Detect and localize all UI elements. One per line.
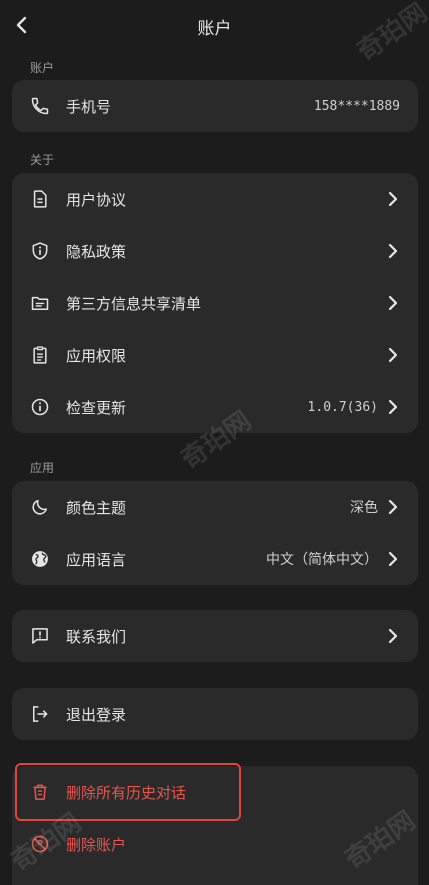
globe-icon [30, 549, 50, 569]
contact-us-row[interactable]: 联系我们 [12, 610, 418, 662]
privacy-policy-row[interactable]: 隐私政策 [12, 225, 418, 277]
chevron-right-icon [386, 497, 400, 517]
section-label-about: 关于 [30, 153, 55, 167]
contact-card: 联系我们 [12, 610, 418, 662]
shield-info-icon [30, 241, 50, 261]
folder-icon [30, 293, 50, 313]
feedback-icon [30, 626, 50, 646]
check-update-label: 检查更新 [66, 398, 127, 417]
user-agreement-row[interactable]: 用户协议 [12, 173, 418, 225]
chevron-right-icon [386, 549, 400, 569]
about-card: 用户协议 隐私政策 第三方信息共享清单 应用权限 检查更新 1.0.7(36) [12, 173, 418, 433]
page-title: 账户 [197, 19, 232, 39]
highlight-box [15, 763, 241, 821]
color-theme-label: 颜色主题 [66, 498, 127, 517]
moon-icon [30, 497, 50, 517]
chevron-right-icon [386, 626, 400, 646]
logout-icon [30, 704, 50, 724]
chevron-right-icon [386, 293, 400, 313]
info-icon [30, 397, 50, 417]
app-language-value: 中文（简体中文） [266, 552, 378, 568]
chevron-right-icon [386, 241, 400, 261]
app-permissions-label: 应用权限 [66, 346, 127, 365]
section-label-account: 账户 [30, 61, 55, 75]
third-party-sharing-row[interactable]: 第三方信息共享清单 [12, 277, 418, 329]
chevron-right-icon [386, 397, 400, 417]
phone-row[interactable]: 手机号 158****1889 [12, 80, 418, 132]
check-update-row[interactable]: 检查更新 1.0.7(36) [12, 381, 418, 433]
contact-us-label: 联系我们 [66, 627, 127, 646]
chevron-right-icon [386, 189, 400, 209]
delete-account-row[interactable]: 删除账户 [12, 818, 418, 870]
logout-row[interactable]: 退出登录 [12, 688, 418, 740]
user-agreement-label: 用户协议 [66, 190, 127, 209]
app-language-row[interactable]: 应用语言 中文（简体中文） [12, 533, 418, 585]
phone-value: 158****1889 [313, 98, 400, 114]
color-theme-value: 深色 [350, 500, 378, 516]
color-theme-row[interactable]: 颜色主题 深色 [12, 481, 418, 533]
document-icon [30, 189, 50, 209]
logout-label: 退出登录 [66, 705, 127, 724]
privacy-policy-label: 隐私政策 [66, 242, 127, 261]
top-bar: 账户 [0, 0, 429, 50]
logout-card: 退出登录 [12, 688, 418, 740]
delete-account-label: 删除账户 [66, 835, 127, 854]
clipboard-icon [30, 345, 50, 365]
third-party-sharing-label: 第三方信息共享清单 [66, 294, 202, 313]
account-card: 手机号 158****1889 [12, 80, 418, 132]
phone-icon [30, 96, 50, 116]
app-permissions-row[interactable]: 应用权限 [12, 329, 418, 381]
section-label-app: 应用 [30, 461, 55, 475]
app-language-label: 应用语言 [66, 550, 127, 569]
chevron-right-icon [386, 345, 400, 365]
user-remove-icon [30, 834, 50, 854]
version-value: 1.0.7(36) [307, 399, 378, 415]
app-card: 颜色主题 深色 应用语言 中文（简体中文） [12, 481, 418, 585]
phone-label: 手机号 [66, 97, 112, 116]
